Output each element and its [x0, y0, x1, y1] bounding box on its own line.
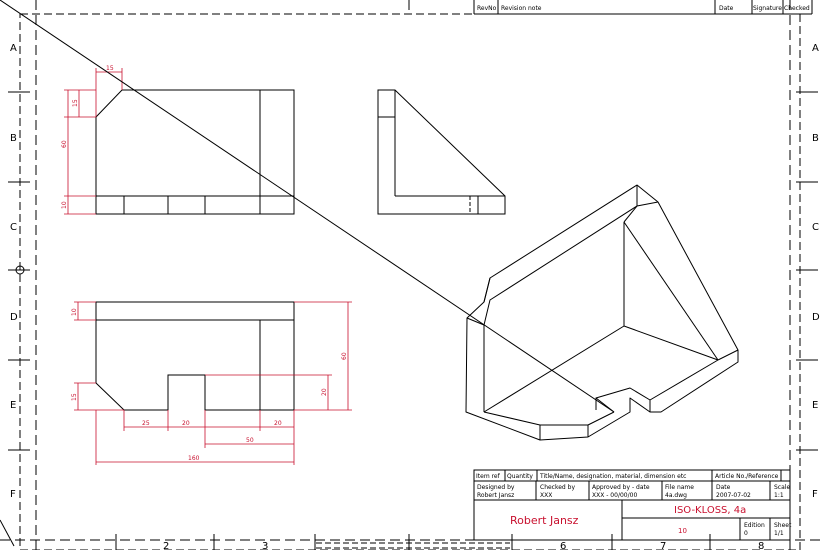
dim-chamfer-width: 15: [106, 65, 114, 72]
dim-slot-offset: 25: [142, 420, 150, 427]
row-label-a: A: [10, 43, 17, 54]
tb-header-item-ref: Item ref: [476, 473, 501, 480]
dim-base-height: 10: [61, 201, 68, 209]
dim-overall-length: 160: [188, 455, 200, 462]
row-label-a-right: A: [812, 43, 819, 54]
tb-date-value: 2007-07-02: [716, 492, 751, 499]
row-label-c: C: [10, 222, 17, 233]
tb-file-name-value: 4a.dwg: [665, 492, 687, 499]
dim-chamfer-height-top: 15: [71, 393, 78, 401]
rev-header-signature: Signature: [753, 5, 782, 12]
dim-overall-depth: 60: [341, 352, 348, 360]
tb-header-title: Title/Name, designation, material, dimen…: [539, 473, 686, 480]
tb-header-quantity: Quantity: [507, 473, 533, 480]
tb-approved-value: XXX - 00/00/00: [592, 492, 637, 499]
tb-sheet-value: 1/1: [774, 530, 784, 537]
row-label-f-right: F: [812, 489, 818, 500]
drawing-sheet: A B C D E F A B C D E F 2 3 6 7 8 RevNo: [0, 0, 824, 550]
tb-approved-label: Approved by - date: [592, 484, 650, 491]
row-label-f: F: [10, 489, 16, 500]
tb-header-article: Article No./Reference: [715, 473, 779, 480]
top-view-dimensions: [74, 301, 352, 465]
title-block: Item ref Quantity Title/Name, designatio…: [473, 469, 792, 541]
top-view-dimension-text: 10 15 25 20 20 20 60 50 160: [71, 308, 348, 462]
tb-sheet-label: Sheet: [774, 522, 792, 529]
col-label-2: 2: [163, 541, 169, 550]
dim-slot-width: 20: [182, 420, 190, 427]
row-labels-right: A B C D E F: [812, 43, 820, 500]
front-view-dimension-text: 15 15 60 10: [61, 65, 114, 209]
tb-checked-by-label: Checked by: [540, 484, 575, 491]
tb-company-name: Robert Jansz: [510, 514, 579, 527]
tb-designed-by-label: Designed by: [477, 484, 515, 491]
row-label-d-right: D: [812, 312, 820, 323]
row-label-e: E: [10, 400, 16, 411]
col-label-7: 7: [660, 541, 666, 550]
tb-scale-value: 1:1: [774, 492, 784, 499]
dim-slot-depth: 20: [321, 388, 328, 396]
row-label-b: B: [10, 133, 17, 144]
top-view: [95, 301, 295, 411]
rev-header-date: Date: [719, 5, 734, 12]
tb-drawing-title: ISO-KLOSS, 4a: [674, 505, 746, 516]
col-label-8: 8: [758, 541, 764, 550]
rev-header-revno: RevNo: [477, 5, 497, 12]
tb-edition-label: Edition: [744, 522, 765, 529]
tb-designed-by-value: Robert Jansz: [477, 492, 514, 499]
dim-overall-height: 60: [61, 140, 68, 148]
side-view: [377, 89, 506, 215]
revision-block: RevNo Revision note Date Signature Check…: [473, 0, 813, 15]
dim-chamfer-height: 15: [72, 99, 79, 107]
row-label-c-right: C: [812, 222, 819, 233]
tb-drawing-number: 10: [678, 527, 687, 535]
col-label-6: 6: [560, 541, 566, 550]
tb-date-label: Date: [716, 484, 731, 491]
tb-file-name-label: File name: [665, 484, 694, 491]
rev-header-checked: Checked: [784, 5, 810, 12]
dim-right-wall: 20: [274, 420, 282, 427]
dim-span-to-wall: 50: [246, 437, 254, 444]
front-view-dimensions: [64, 68, 123, 215]
row-label-b-right: B: [812, 133, 819, 144]
tb-checked-by-value: XXX: [540, 492, 552, 499]
bottom-scale-bar: [316, 542, 510, 549]
tb-scale-label: Scale: [774, 484, 790, 491]
row-label-d: D: [10, 312, 18, 323]
col-label-3: 3: [262, 541, 268, 550]
dim-wall-thickness: 10: [71, 308, 78, 316]
front-view: [95, 89, 295, 215]
rev-header-note: Revision note: [501, 5, 542, 12]
column-labels: 2 3 6 7 8: [163, 541, 764, 550]
tb-edition-value: 0: [744, 530, 748, 537]
row-label-e-right: E: [812, 400, 818, 411]
